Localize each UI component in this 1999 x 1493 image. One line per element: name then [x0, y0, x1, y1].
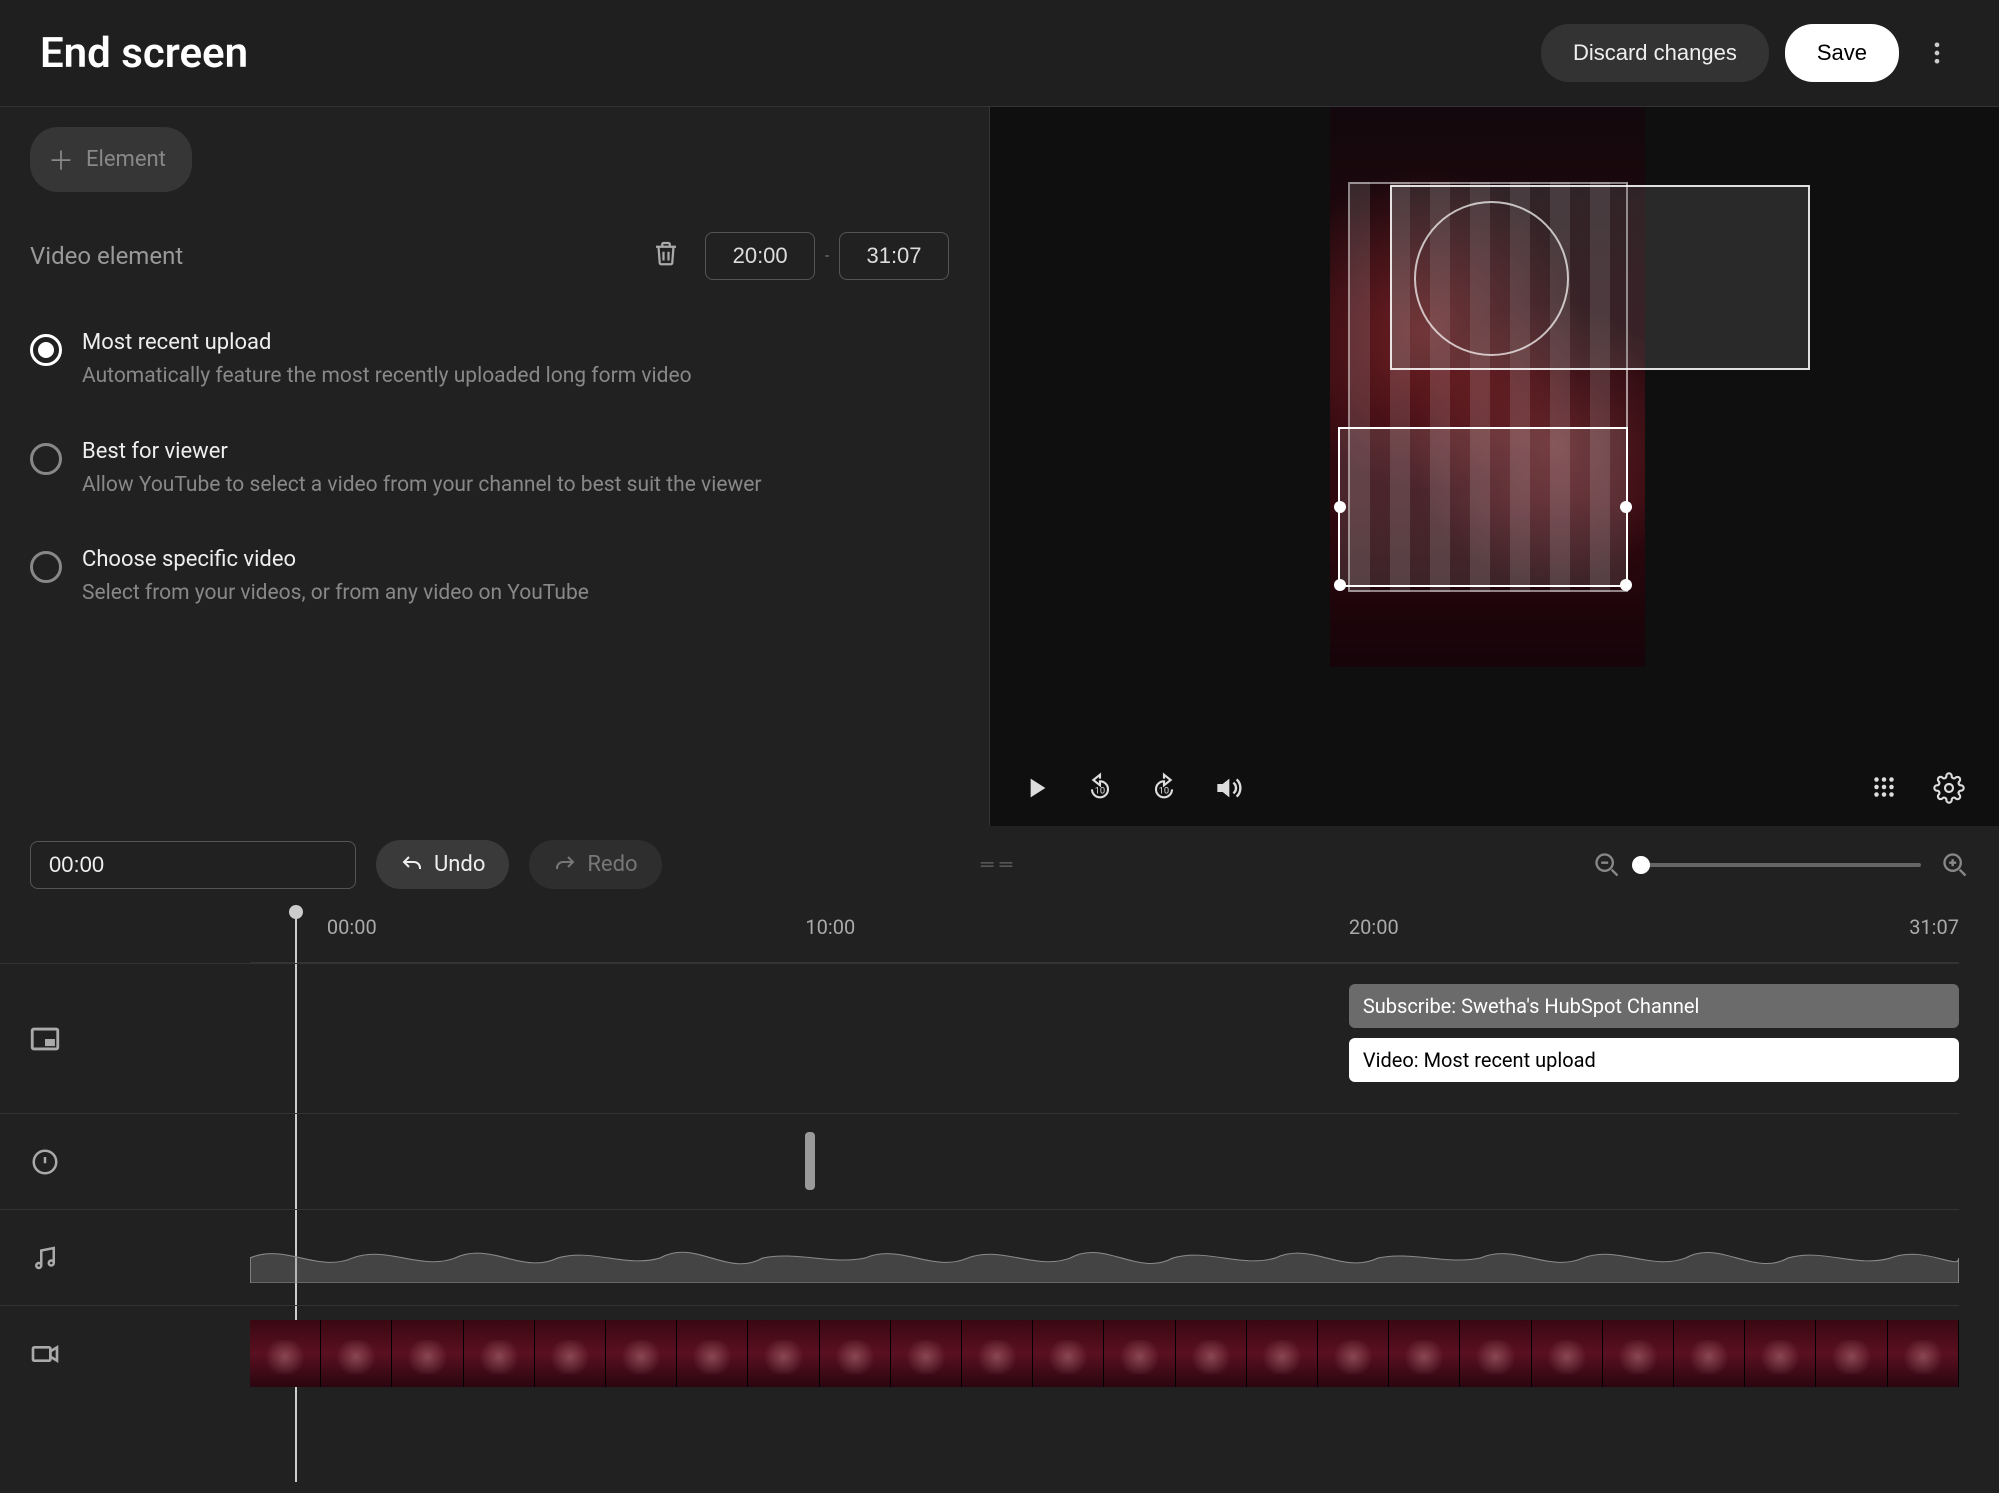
resize-handle[interactable] — [1334, 579, 1346, 591]
timeline-ruler[interactable]: 00:00 10:00 20:00 31:07 — [250, 903, 1959, 963]
radio-icon — [30, 334, 62, 366]
radio-title: Most recent upload — [82, 330, 692, 355]
page-title: End screen — [40, 29, 248, 78]
channel-avatar-circle — [1414, 201, 1569, 356]
redo-icon — [553, 853, 577, 877]
radio-icon — [30, 443, 62, 475]
end-time-input[interactable] — [839, 232, 949, 280]
element-section-label: Video element — [30, 242, 183, 270]
left-panel: ＋ Element Video element - — [0, 107, 990, 826]
video-track[interactable] — [90, 1305, 1959, 1401]
gear-icon[interactable] — [1933, 772, 1969, 808]
clip-subscribe[interactable]: Subscribe: Swetha's HubSpot Channel — [1349, 984, 1959, 1028]
zoom-controls — [1593, 851, 1969, 879]
volume-icon[interactable] — [1212, 772, 1248, 808]
radio-specific-video[interactable]: Choose specific video Select from your v… — [30, 547, 949, 610]
header: End screen Discard changes Save — [0, 0, 1999, 106]
radio-desc: Automatically feature the most recently … — [82, 361, 692, 393]
radio-desc: Allow YouTube to select a video from you… — [82, 470, 762, 502]
preview-panel: 10 10 — [990, 107, 1999, 826]
clip-video[interactable]: Video: Most recent upload — [1349, 1038, 1959, 1082]
radio-icon — [30, 551, 62, 583]
time-dash: - — [825, 248, 829, 264]
forward-10-icon[interactable]: 10 — [1148, 772, 1184, 808]
card-marker[interactable] — [805, 1132, 815, 1190]
time-controls: - — [651, 232, 949, 280]
timeline-toolbar: Undo Redo ══ — [0, 826, 1999, 903]
grid-icon[interactable] — [1869, 772, 1905, 808]
more-icon[interactable] — [1915, 31, 1959, 75]
radio-title: Best for viewer — [82, 439, 762, 464]
play-icon[interactable] — [1020, 772, 1056, 808]
zoom-out-icon[interactable] — [1593, 851, 1621, 879]
track-icons-column — [0, 963, 90, 1401]
resize-handle[interactable] — [1620, 501, 1632, 513]
audio-waveform — [250, 1233, 1959, 1283]
endscreen-element-video[interactable] — [1338, 427, 1628, 587]
start-time-input[interactable] — [705, 232, 815, 280]
audio-track-icon — [0, 1209, 90, 1305]
redo-button[interactable]: Redo — [529, 840, 661, 889]
cards-track[interactable] — [90, 1113, 1959, 1209]
cards-track-icon — [0, 1113, 90, 1209]
radio-title: Choose specific video — [82, 547, 589, 572]
current-time-input[interactable] — [30, 841, 356, 889]
zoom-slider[interactable] — [1641, 863, 1921, 867]
endscreen-element-subscribe[interactable] — [1390, 185, 1810, 370]
radio-desc: Select from your videos, or from any vid… — [82, 578, 589, 610]
element-section-row: Video element - — [30, 232, 949, 280]
header-actions: Discard changes Save — [1541, 24, 1959, 82]
preview-stage[interactable]: 10 10 — [990, 107, 1999, 826]
discard-button[interactable]: Discard changes — [1541, 24, 1769, 82]
timeline: Undo Redo ══ 00:00 — [0, 826, 1999, 1493]
video-thumbnail-strip — [250, 1320, 1959, 1387]
ruler-tick: 00:00 — [327, 915, 377, 939]
audio-track[interactable] — [90, 1209, 1959, 1305]
endscreen-track[interactable]: Subscribe: Swetha's HubSpot Channel Vide… — [90, 963, 1959, 1113]
zoom-in-icon[interactable] — [1941, 851, 1969, 879]
main-split: ＋ Element Video element - — [0, 106, 1999, 826]
zoom-slider-knob[interactable] — [1632, 856, 1650, 874]
svg-text:10: 10 — [1095, 785, 1106, 796]
ruler-tick: 20:00 — [1349, 915, 1399, 939]
tracks: Subscribe: Swetha's HubSpot Channel Vide… — [0, 963, 1999, 1401]
svg-text:10: 10 — [1159, 785, 1170, 796]
ruler-tick: 31:07 — [1909, 915, 1959, 939]
plus-icon: ＋ — [48, 141, 74, 178]
add-element-button[interactable]: ＋ Element — [30, 127, 192, 192]
video-track-icon — [0, 1305, 90, 1401]
resize-handle[interactable] — [1334, 501, 1346, 513]
save-button[interactable]: Save — [1785, 24, 1899, 82]
endscreen-track-icon — [0, 963, 90, 1113]
resize-handle[interactable] — [1620, 579, 1632, 591]
radio-best-for-viewer[interactable]: Best for viewer Allow YouTube to select … — [30, 439, 949, 502]
trash-icon[interactable] — [651, 238, 687, 274]
undo-button[interactable]: Undo — [376, 840, 509, 889]
track-body: Subscribe: Swetha's HubSpot Channel Vide… — [90, 963, 1959, 1401]
ruler-tick: 10:00 — [805, 915, 855, 939]
radio-most-recent[interactable]: Most recent upload Automatically feature… — [30, 330, 949, 393]
add-element-label: Element — [86, 147, 166, 172]
player-controls: 10 10 — [990, 772, 1999, 808]
video-element-options: Most recent upload Automatically feature… — [30, 330, 949, 610]
undo-icon — [400, 853, 424, 877]
rewind-10-icon[interactable]: 10 — [1084, 772, 1120, 808]
panel-drag-handle[interactable]: ══ — [981, 854, 1019, 875]
